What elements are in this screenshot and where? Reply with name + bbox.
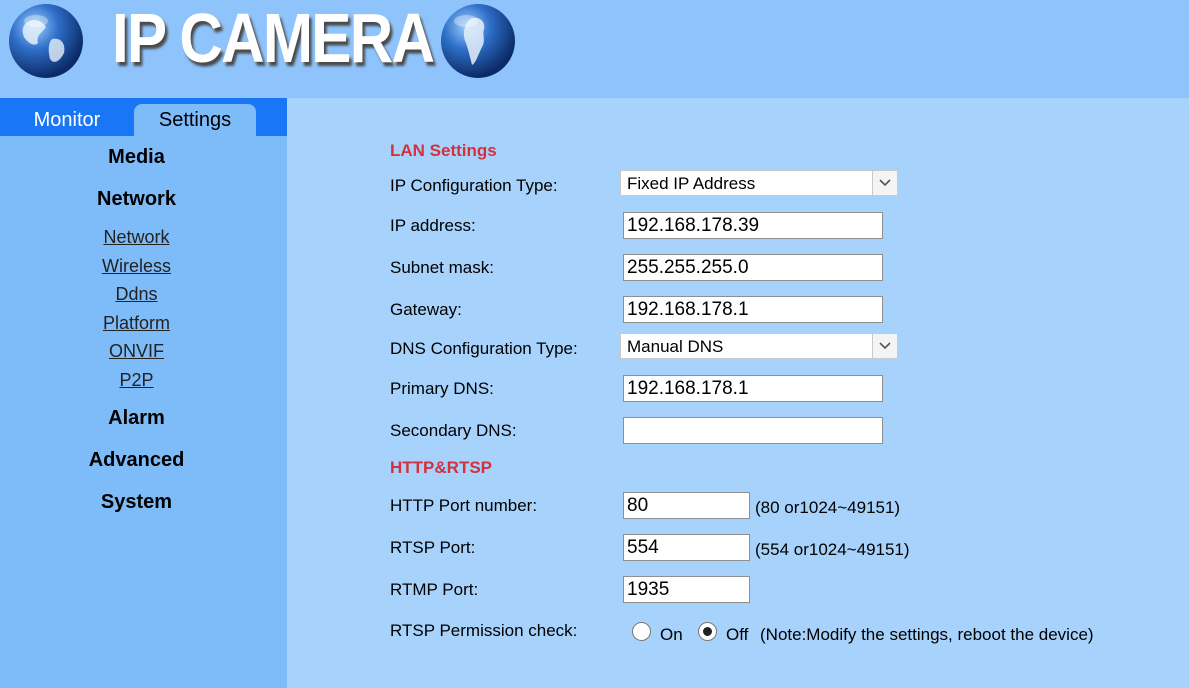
- rtsp-port-label: RTSP Port:: [390, 538, 476, 557]
- http-port-input[interactable]: [623, 492, 750, 519]
- rtsp-port-hint: (554 or1024~49151): [755, 540, 910, 559]
- sidebar: Monitor Settings Media Network Network W…: [0, 98, 287, 688]
- secondary-dns-input[interactable]: [623, 417, 883, 444]
- subnet-mask-label: Subnet mask:: [390, 258, 494, 277]
- rtsp-permission-label: RTSP Permission check:: [390, 621, 578, 640]
- rtsp-permission-on-radio[interactable]: [632, 622, 651, 641]
- http-rtsp-title: HTTP&RTSP: [390, 458, 492, 477]
- http-port-hint: (80 or1024~49151): [755, 498, 901, 517]
- submenu-ddns[interactable]: Ddns: [0, 284, 273, 305]
- secondary-dns-label: Secondary DNS:: [390, 421, 517, 440]
- ip-address-label: IP address:: [390, 216, 476, 235]
- gateway-input[interactable]: [623, 296, 883, 323]
- rtmp-port-input[interactable]: [623, 576, 750, 603]
- rtsp-port-input[interactable]: [623, 534, 750, 561]
- menu-advanced[interactable]: Advanced: [0, 449, 273, 472]
- submenu-network[interactable]: Network: [0, 227, 273, 248]
- primary-dns-label: Primary DNS:: [390, 379, 494, 398]
- submenu-wireless[interactable]: Wireless: [0, 256, 273, 277]
- chevron-down-icon: [872, 334, 897, 358]
- menu-alarm[interactable]: Alarm: [0, 407, 273, 430]
- tab-bar: Monitor Settings: [0, 98, 287, 136]
- submenu-p2p[interactable]: P2P: [0, 370, 273, 391]
- chevron-down-icon: [872, 171, 897, 195]
- gateway-label: Gateway:: [390, 300, 462, 319]
- dns-config-type-label: DNS Configuration Type:: [390, 339, 578, 358]
- submenu-onvif[interactable]: ONVIF: [0, 341, 273, 362]
- tab-settings[interactable]: Settings: [134, 104, 256, 136]
- http-port-label: HTTP Port number:: [390, 496, 538, 515]
- logo-text: IP CAMERA: [112, 0, 435, 77]
- menu-system[interactable]: System: [0, 491, 273, 514]
- rtsp-permission-off-radio[interactable]: [698, 622, 717, 641]
- dns-config-type-value: Manual DNS: [627, 337, 724, 356]
- lan-settings-title: LAN Settings: [390, 141, 497, 160]
- reboot-note: (Note:Modify the settings, reboot the de…: [760, 625, 1094, 644]
- menu-media[interactable]: Media: [0, 146, 273, 169]
- ip-address-input[interactable]: [623, 212, 883, 239]
- globe-icon: [441, 4, 515, 78]
- tab-monitor[interactable]: Monitor: [0, 104, 134, 136]
- rtsp-permission-off-label: Off: [726, 625, 749, 644]
- rtmp-port-label: RTMP Port:: [390, 580, 479, 599]
- subnet-mask-input[interactable]: [623, 254, 883, 281]
- globe-icon: [9, 4, 83, 78]
- dns-config-type-select[interactable]: Manual DNS: [620, 333, 898, 359]
- ip-config-type-value: Fixed IP Address: [627, 174, 756, 193]
- ip-config-type-label: IP Configuration Type:: [390, 176, 558, 195]
- header-banner: IP CAMERA: [0, 0, 1189, 98]
- rtsp-permission-on-label: On: [660, 625, 683, 644]
- submenu-platform[interactable]: Platform: [0, 313, 273, 334]
- menu-network[interactable]: Network: [0, 188, 273, 211]
- ip-config-type-select[interactable]: Fixed IP Address: [620, 170, 898, 196]
- primary-dns-input[interactable]: [623, 375, 883, 402]
